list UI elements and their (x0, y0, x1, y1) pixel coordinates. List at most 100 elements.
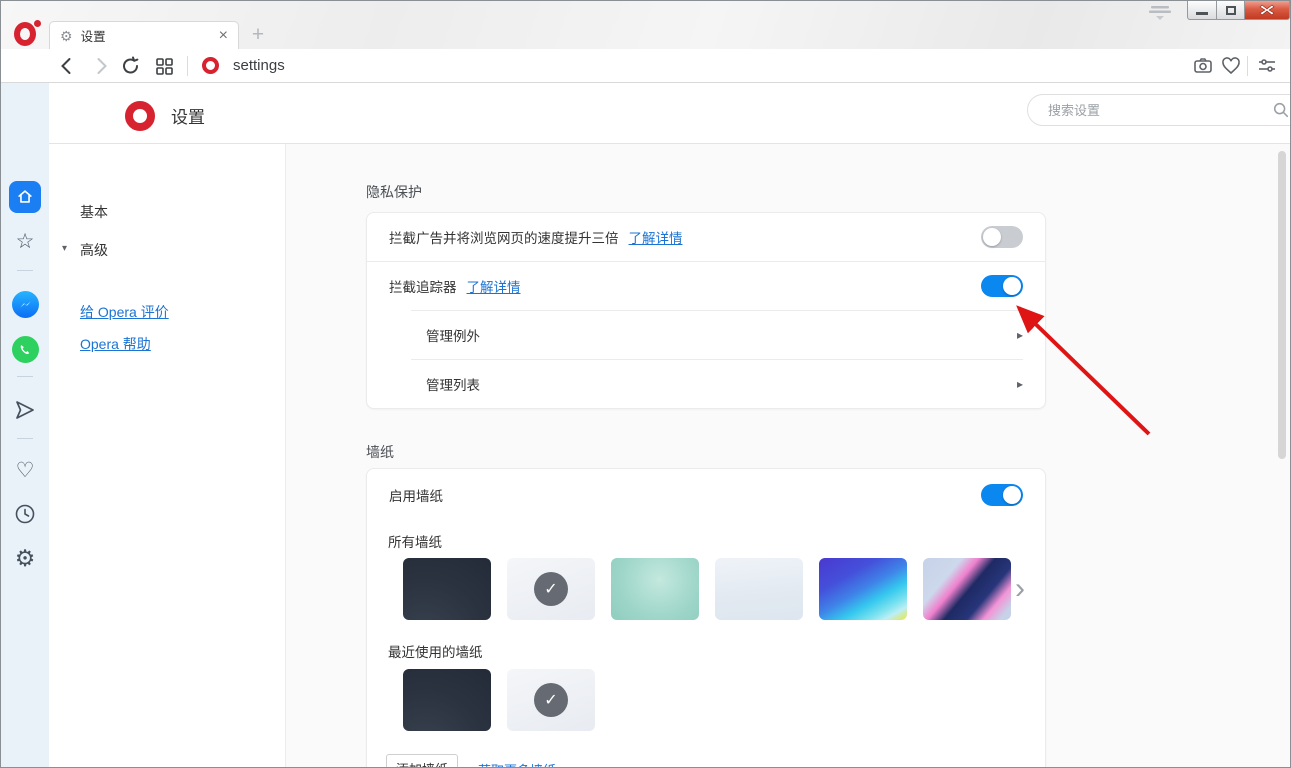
settings-page-header: 设置 (49, 83, 1291, 144)
wallpaper-thumb-whale-wave[interactable] (923, 558, 1011, 620)
enable-wallpaper-row: 启用墙纸 (367, 469, 1045, 521)
all-wallpapers-label: 所有墙纸 (388, 531, 442, 551)
toggle-knob (1003, 277, 1021, 295)
maximize-button[interactable] (1217, 1, 1245, 20)
page-title: 设置 (171, 103, 205, 128)
minimize-icon (1196, 12, 1208, 15)
sidebar-item-messenger[interactable] (1, 291, 49, 318)
search-input[interactable] (1048, 103, 1272, 118)
manage-lists-label: 管理列表 (426, 374, 480, 394)
opera-logo-icon (125, 101, 155, 131)
favorites-heart-icon[interactable] (1221, 56, 1241, 76)
close-window-button[interactable] (1245, 1, 1290, 20)
sidebar-item-favorites[interactable]: ♡ (1, 460, 49, 481)
manage-exceptions-label: 管理例外 (426, 325, 480, 345)
manage-lists-row[interactable]: 管理列表 ▸ (367, 360, 1045, 408)
star-icon: ☆ (16, 231, 35, 252)
tab-settings[interactable]: ⚙ 设置 × (49, 21, 239, 49)
sidebar-divider (17, 376, 33, 377)
opera-site-icon (202, 57, 219, 74)
toolbar: settings (1, 49, 1291, 83)
ad-block-row: 拦截广告并将浏览网页的速度提升三倍 了解详情 (367, 213, 1045, 261)
messenger-icon (12, 291, 39, 318)
gear-icon: ⚙ (15, 547, 36, 570)
close-x-icon (1259, 4, 1275, 16)
enable-wallpaper-label: 启用墙纸 (389, 485, 443, 505)
ad-block-learn-more-link[interactable]: 了解详情 (629, 227, 683, 247)
wallpaper-thumb-dark-navy[interactable] (403, 558, 491, 620)
wallpapers-scroll-right-icon[interactable]: › (1015, 574, 1025, 604)
scrollbar-thumb[interactable] (1278, 151, 1286, 459)
sidebar-item-my-flow[interactable] (1, 398, 49, 422)
wallpaper-thumb-light-polygon[interactable] (715, 558, 803, 620)
wallpaper-toggle[interactable] (981, 484, 1023, 506)
chevron-right-icon: ▸ (1017, 377, 1023, 391)
tracker-learn-more-link[interactable]: 了解详情 (467, 276, 521, 296)
snapshot-camera-icon[interactable] (1193, 56, 1213, 76)
reload-button[interactable] (121, 56, 141, 76)
selected-check-icon: ✓ (534, 572, 568, 606)
settings-content: 隐私保护 拦截广告并将浏览网页的速度提升三倍 了解详情 拦截追踪器 了解详情 管… (286, 144, 1291, 768)
easy-setup-tune-icon[interactable] (1257, 56, 1277, 76)
minimize-button[interactable] (1187, 1, 1217, 20)
selected-check-icon: ✓ (534, 683, 568, 717)
back-button[interactable] (57, 56, 77, 76)
settings-nav: 基本 ▾ 高级 给 Opera 评价 Opera 帮助 (49, 144, 286, 768)
clock-icon (14, 503, 36, 525)
heart-icon: ♡ (16, 460, 35, 481)
rate-opera-link[interactable]: 给 Opera 评价 (80, 302, 169, 322)
tab-title: 设置 (81, 26, 219, 45)
get-more-wallpapers-link[interactable]: 获取更多墙纸 (478, 760, 556, 768)
chevron-down-icon[interactable]: ▾ (62, 243, 67, 254)
sidebar: ☆ ♡ (1, 83, 49, 768)
privacy-card: 拦截广告并将浏览网页的速度提升三倍 了解详情 拦截追踪器 了解详情 管理例外 ▸… (366, 212, 1046, 409)
address-bar[interactable]: settings (233, 57, 285, 74)
wallpaper-section-title: 墙纸 (366, 442, 394, 462)
chevron-right-icon: ▸ (1017, 328, 1023, 342)
privacy-section-title: 隐私保护 (366, 182, 422, 202)
search-icon[interactable] (1272, 101, 1290, 119)
wallpaper-thumb-light-gray-selected[interactable]: ✓ (507, 558, 595, 620)
manage-exceptions-row[interactable]: 管理例外 ▸ (367, 311, 1045, 359)
tracker-block-row: 拦截追踪器 了解详情 (367, 262, 1045, 310)
speed-dial-grid-icon[interactable] (154, 56, 174, 76)
sidebar-divider (17, 438, 33, 439)
opera-dot-icon (34, 20, 41, 27)
opera-help-link[interactable]: Opera 帮助 (80, 334, 151, 354)
sidebar-item-bookmarks[interactable]: ☆ (1, 231, 49, 252)
whatsapp-icon (12, 336, 39, 363)
home-icon (9, 181, 41, 213)
sidebar-item-speed-dial[interactable] (1, 181, 49, 213)
add-wallpaper-button[interactable]: 添加墙纸 (386, 754, 458, 768)
gear-icon: ⚙ (60, 29, 73, 43)
tracker-toggle[interactable] (981, 275, 1023, 297)
tab-stack-icon[interactable] (1147, 5, 1173, 21)
forward-button[interactable] (91, 56, 111, 76)
sidebar-item-whatsapp[interactable] (1, 336, 49, 363)
tracker-block-label: 拦截追踪器 (389, 276, 457, 296)
recent-thumb-dark-navy[interactable] (403, 669, 491, 731)
send-plane-icon (13, 398, 37, 422)
nav-item-basic[interactable]: 基本 (80, 202, 108, 222)
opera-menu-logo[interactable] (14, 20, 41, 47)
nav-item-advanced[interactable]: 高级 (80, 240, 108, 260)
toolbar-separator (187, 56, 188, 76)
ad-block-label: 拦截广告并将浏览网页的速度提升三倍 (389, 227, 619, 247)
toggle-knob (1003, 486, 1021, 504)
new-tab-button[interactable]: + (247, 23, 269, 47)
opera-o-icon (14, 22, 36, 46)
wallpaper-thumb-blue-geometric[interactable] (819, 558, 907, 620)
sidebar-item-history[interactable] (1, 503, 49, 525)
recent-thumb-light-gray-selected[interactable]: ✓ (507, 669, 595, 731)
wallpaper-thumb-teal-mint[interactable] (611, 558, 699, 620)
maximize-icon (1226, 6, 1236, 15)
sidebar-divider (17, 270, 33, 271)
toolbar-separator (1247, 56, 1248, 76)
tab-close-icon[interactable]: × (219, 28, 228, 44)
ad-block-toggle[interactable] (981, 226, 1023, 248)
sidebar-item-settings[interactable]: ⚙ (1, 547, 49, 570)
settings-search[interactable] (1027, 94, 1291, 126)
recent-wallpapers-label: 最近使用的墙纸 (388, 641, 483, 661)
window-controls (1187, 1, 1290, 20)
toggle-knob (983, 228, 1001, 246)
